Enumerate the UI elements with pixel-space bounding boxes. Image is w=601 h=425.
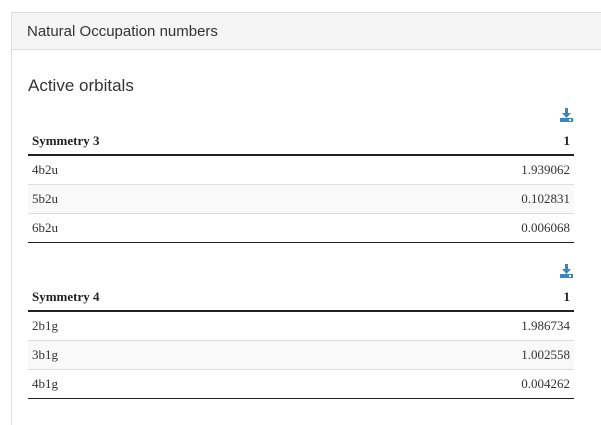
occupation-value: 0.102831 xyxy=(339,184,574,214)
panel-heading: Natural Occupation numbers xyxy=(12,13,601,50)
table-row: 2b1g 1.986734 xyxy=(28,311,574,341)
orbital-label: 5b2u xyxy=(28,184,340,214)
orbital-label: 6b2u xyxy=(28,213,340,243)
symmetry-table: Symmetry 4 1 2b1g 1.986734 3b1g 1.002558… xyxy=(28,283,574,399)
orbital-label: 4b1g xyxy=(28,369,340,399)
table-row: 6b2u 0.006068 xyxy=(28,213,574,243)
occupation-value: 0.006068 xyxy=(339,213,574,243)
table-row: 5b2u 0.102831 xyxy=(28,184,574,214)
table-row: 4b2u 1.939062 xyxy=(28,155,574,185)
orbital-label: 4b2u xyxy=(28,155,340,185)
column-header: 1 xyxy=(339,127,574,156)
occupation-panel: Natural Occupation numbers Active orbita… xyxy=(11,12,601,425)
table-row: 4b1g 0.004262 xyxy=(28,369,574,399)
download-icon[interactable] xyxy=(560,264,573,278)
occupation-value: 0.004262 xyxy=(339,369,574,399)
table-row: 3b1g 1.002558 xyxy=(28,340,574,370)
symmetry-header: Symmetry 3 xyxy=(28,127,340,156)
occupation-value: 1.986734 xyxy=(339,311,574,341)
occupation-value: 1.939062 xyxy=(339,155,574,185)
download-icon[interactable] xyxy=(560,108,573,122)
orbital-label: 3b1g xyxy=(28,340,340,370)
occupation-value: 1.002558 xyxy=(339,340,574,370)
symmetry-table: Symmetry 3 1 4b2u 1.939062 5b2u 0.102831… xyxy=(28,127,574,243)
symmetry-header: Symmetry 4 xyxy=(28,283,340,312)
orbital-label: 2b1g xyxy=(28,311,340,341)
section-title: Active orbitals xyxy=(28,76,134,95)
table-header-row: Symmetry 4 1 xyxy=(28,283,574,312)
table-header-row: Symmetry 3 1 xyxy=(28,127,574,156)
column-header: 1 xyxy=(339,283,574,312)
